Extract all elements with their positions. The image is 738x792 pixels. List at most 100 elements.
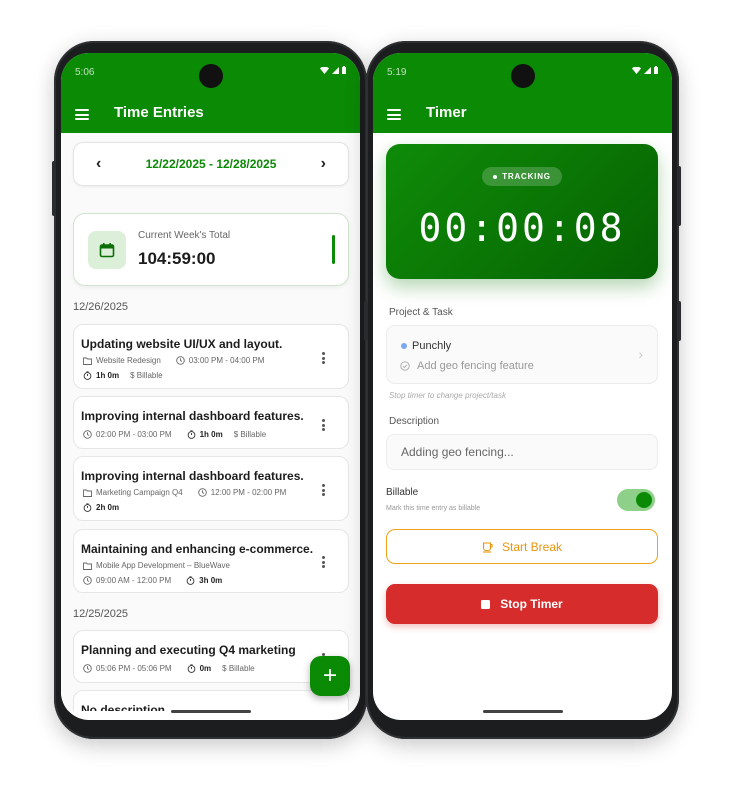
entry-meta-row: Marketing Campaign Q4 12:00 PM - 02:00 P… <box>83 488 286 497</box>
coffee-icon <box>482 541 493 553</box>
week-total-card: Current Week's Total 104:59:00 <box>73 213 349 286</box>
description-label: Description <box>389 416 440 427</box>
stop-timer-button[interactable]: Stop Timer <box>386 584 658 624</box>
entry-time-range: 02:00 PM - 03:00 PM <box>96 430 172 439</box>
toggle-knob <box>636 492 652 508</box>
home-indicator <box>170 710 251 713</box>
timer-display: 00:00:08 <box>418 206 626 250</box>
entry-duration: 2h 0m <box>96 503 120 512</box>
billable-helper-text: Mark this time entry as billable <box>386 505 481 512</box>
date-range-text[interactable]: 12/22/2025 - 12/28/2025 <box>74 157 348 171</box>
time-entry-card[interactable]: No description <box>73 690 349 711</box>
folder-icon <box>83 562 92 570</box>
entry-project: Mobile App Development – BlueWave <box>96 561 230 570</box>
battery-icon <box>654 66 658 74</box>
entry-title: Planning and executing Q4 marketing <box>81 643 296 657</box>
entry-duration: 3h 0m <box>199 576 223 585</box>
project-color-dot <box>401 343 407 349</box>
status-time: 5:06 <box>75 67 95 78</box>
entry-meta-row: 09:00 AM - 12:00 PM 3h 0m <box>83 576 222 585</box>
entry-meta-row: 1h 0m $ Billable <box>83 371 163 380</box>
billable-badge: $ Billable <box>233 430 267 439</box>
clock-icon <box>83 664 92 673</box>
start-break-label: Start Break <box>501 539 563 554</box>
status-dot <box>493 174 498 179</box>
project-name: Punchly <box>412 340 452 352</box>
billable-label: Billable <box>386 487 419 498</box>
side-button <box>52 161 56 216</box>
timer-icon <box>83 503 92 512</box>
task-name: Add geo fencing feature <box>417 360 534 372</box>
entry-title: Improving internal dashboard features. <box>81 469 304 483</box>
entry-time-range: 03:00 PM - 04:00 PM <box>188 356 265 365</box>
entry-duration: 0m <box>199 664 212 673</box>
timer-card: TRACKING 00:00:08 <box>386 144 658 279</box>
add-entry-button[interactable]: + <box>310 656 350 696</box>
menu-icon[interactable] <box>75 109 89 120</box>
more-options-icon[interactable] <box>322 419 326 431</box>
entry-project: Marketing Campaign Q4 <box>96 488 183 497</box>
side-button <box>364 301 368 341</box>
time-entries-screen: 5:06 Time Entries ‹ 12/22/2025 - 12/28/2… <box>61 53 360 720</box>
more-options-icon[interactable] <box>322 556 326 568</box>
entry-meta-row: Mobile App Development – BlueWave <box>83 561 230 570</box>
entry-title: Maintaining and enhancing e-commerce. <box>81 542 314 556</box>
clock-icon <box>197 488 207 497</box>
entry-title: Improving internal dashboard features. <box>81 409 304 423</box>
date-header: 12/26/2025 <box>73 301 129 313</box>
entries-list[interactable]: ‹ 12/22/2025 - 12/28/2025 › Current Week… <box>61 133 360 711</box>
time-entry-card[interactable]: Improving internal dashboard features. M… <box>73 456 349 521</box>
time-entry-card[interactable]: Updating website UI/UX and layout. Websi… <box>73 324 349 389</box>
status-badge-label: TRACKING <box>502 172 551 181</box>
time-entry-card[interactable]: Improving internal dashboard features. 0… <box>73 396 349 449</box>
folder-icon <box>83 357 92 365</box>
folder-icon <box>83 489 92 497</box>
clock-icon <box>176 356 185 365</box>
camera-cutout <box>510 64 535 88</box>
timer-icon <box>186 576 195 585</box>
entry-meta-row: 2h 0m <box>83 503 119 512</box>
accent-bar <box>332 235 335 264</box>
time-entry-card[interactable]: Maintaining and enhancing e-commerce. Mo… <box>73 529 349 593</box>
billable-toggle[interactable] <box>617 489 655 511</box>
wifi-icon <box>320 66 329 74</box>
status-icons <box>320 66 346 74</box>
project-task-selector[interactable]: Punchly Add geo fencing feature › <box>386 325 658 384</box>
chevron-right-icon: › <box>638 346 643 362</box>
phone-left: 5:06 Time Entries ‹ 12/22/2025 - 12/28/2… <box>52 41 367 739</box>
entry-project: Website Redesign <box>96 356 161 365</box>
week-total-label: Current Week's Total <box>138 230 231 241</box>
entry-time-range: 09:00 AM - 12:00 PM <box>96 576 172 585</box>
stop-timer-label: Stop Timer <box>500 597 563 611</box>
stop-icon <box>481 599 491 609</box>
signal-icon <box>644 66 651 74</box>
menu-icon[interactable] <box>387 109 401 120</box>
phone-right: 5:19 Timer TRACKING 00:00:08 Project & T… <box>364 41 681 739</box>
clock-icon <box>83 576 92 585</box>
time-entry-card[interactable]: Planning and executing Q4 marketing 05:0… <box>73 630 349 683</box>
entry-meta-row: 02:00 PM - 03:00 PM 1h 0m $ Billable <box>83 430 266 439</box>
more-options-icon[interactable] <box>322 484 326 496</box>
date-header: 12/25/2025 <box>73 608 129 620</box>
camera-cutout <box>198 64 223 88</box>
timer-screen: 5:19 Timer TRACKING 00:00:08 Project & T… <box>373 53 672 720</box>
entry-time-range: 05:06 PM - 05:06 PM <box>96 664 172 673</box>
entry-title: No description <box>81 703 166 711</box>
description-input[interactable] <box>386 434 658 470</box>
billable-badge: $ Billable <box>130 371 163 380</box>
entry-meta-row: Website Redesign 03:00 PM - 04:00 PM <box>83 356 264 365</box>
status-badge: TRACKING <box>482 167 562 186</box>
project-task-label: Project & Task <box>389 307 453 318</box>
home-indicator <box>482 710 563 713</box>
more-options-icon[interactable] <box>322 352 326 364</box>
page-title: Timer <box>426 104 467 121</box>
date-range-selector: ‹ 12/22/2025 - 12/28/2025 › <box>73 142 349 186</box>
status-icons <box>632 66 658 74</box>
start-break-button[interactable]: Start Break <box>386 529 658 564</box>
week-total-value: 104:59:00 <box>138 249 216 268</box>
wifi-icon <box>632 66 641 74</box>
billable-badge: $ Billable <box>222 664 255 673</box>
timer-icon <box>187 430 195 439</box>
chevron-right-icon[interactable]: › <box>321 155 326 173</box>
battery-icon <box>342 66 346 74</box>
